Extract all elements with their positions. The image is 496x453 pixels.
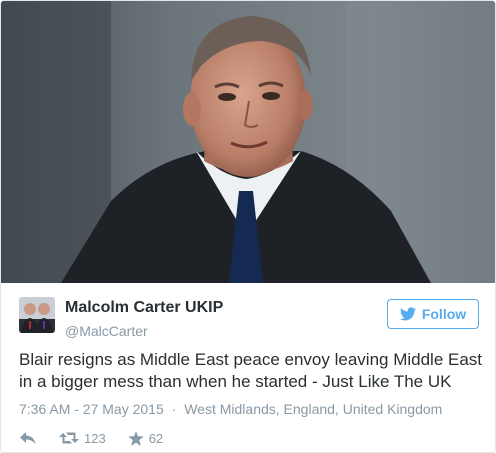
avatar[interactable] xyxy=(19,297,55,333)
retweet-count: 123 xyxy=(84,430,106,446)
photo-image xyxy=(1,1,495,283)
retweet-button[interactable]: 123 xyxy=(59,431,106,446)
tweet-header: Malcolm Carter UKIP @MalcCarter Follow xyxy=(19,297,479,341)
like-button[interactable]: 62 xyxy=(127,430,164,446)
author-names: Malcolm Carter UKIP @MalcCarter xyxy=(65,299,223,340)
retweet-icon xyxy=(59,432,79,444)
tweet-location[interactable]: West Midlands, England, United Kingdom xyxy=(184,401,442,417)
follow-button[interactable]: Follow xyxy=(387,299,479,329)
reply-button[interactable] xyxy=(19,431,37,445)
tweet-meta: 7:36 AM - 27 May 2015 · West Midlands, E… xyxy=(19,401,442,417)
tweet-card: Malcolm Carter UKIP @MalcCarter Follow B… xyxy=(0,0,496,453)
tweet-text: Blair resigns as Middle East peace envoy… xyxy=(19,350,483,391)
twitter-bird-icon xyxy=(399,307,416,321)
star-icon xyxy=(127,430,144,446)
tweet-timestamp[interactable]: 7:36 AM - 27 May 2015 xyxy=(19,401,164,417)
author-screen-name[interactable]: @MalcCarter xyxy=(65,322,223,340)
tweet-actions: 123 62 xyxy=(19,427,163,449)
reply-icon xyxy=(20,432,36,444)
tweet-photo[interactable] xyxy=(1,1,495,283)
profile-photo-icon xyxy=(19,297,55,333)
author-display-name[interactable]: Malcolm Carter UKIP xyxy=(65,299,223,317)
meta-separator: · xyxy=(171,401,177,417)
follow-label: Follow xyxy=(421,306,467,322)
like-count: 62 xyxy=(148,430,164,446)
